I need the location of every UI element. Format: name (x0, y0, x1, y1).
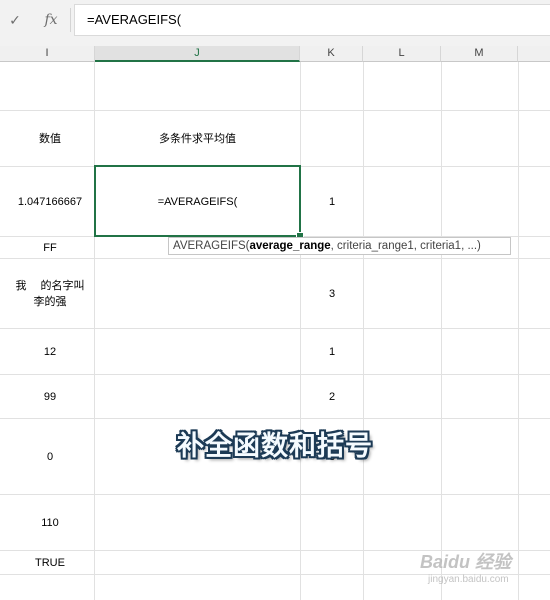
watermark: Baidu 经验 jingyan.baidu.com (420, 548, 548, 596)
cell-i-value[interactable]: 我 的名字叫 李的强 (5, 259, 95, 328)
cell-j-formula[interactable]: =AVERAGEIFS( (95, 167, 300, 236)
grid-line (441, 62, 442, 600)
function-icon[interactable]: fx (40, 10, 62, 30)
column-header-next[interactable] (518, 46, 550, 62)
tooltip-function: AVERAGEIFS( (173, 240, 250, 252)
cell-i-value[interactable]: TRUE (5, 551, 95, 574)
formula-bar-gap (0, 38, 550, 46)
formula-bar-divider (70, 8, 71, 32)
cell-i-header[interactable]: 数值 (5, 111, 95, 166)
cell-k-value[interactable]: 2 (301, 375, 363, 418)
cell-i-value[interactable]: 110 (5, 495, 95, 550)
cell-i-value[interactable]: 99 (5, 375, 95, 418)
watermark-brand: Baidu 经验 (420, 552, 512, 572)
overlay-caption: 补全函数和括号 (177, 431, 373, 462)
tooltip-active-argument[interactable]: average_range (249, 240, 330, 252)
grid-line (363, 62, 364, 600)
formula-input[interactable]: =AVERAGEIFS( (74, 4, 550, 36)
column-header-j[interactable]: J (95, 46, 300, 62)
watermark-url: jingyan.baidu.com (428, 574, 509, 585)
cell-i-value[interactable]: 12 (5, 329, 95, 374)
column-header-l[interactable]: L (363, 46, 441, 62)
formula-bar: ✓ fx =AVERAGEIFS( (0, 0, 550, 38)
tooltip-arguments: , criteria_range1, criteria1, ...) (330, 240, 481, 252)
function-tooltip: AVERAGEIFS(average_range, criteria_range… (168, 237, 511, 255)
column-header-m[interactable]: M (441, 46, 518, 62)
column-header-i[interactable]: I (0, 46, 95, 62)
cell-i-value[interactable]: FF (5, 237, 95, 258)
cell-k-value[interactable]: 1 (301, 329, 363, 374)
column-header-k[interactable]: K (300, 46, 363, 62)
grid-line (518, 62, 519, 600)
formula-text: =AVERAGEIFS( (87, 12, 182, 27)
confirm-icon[interactable]: ✓ (4, 10, 26, 30)
cell-k-value[interactable]: 1 (301, 167, 363, 236)
cell-j-header[interactable]: 多条件求平均值 (95, 111, 300, 166)
cell-k-value[interactable]: 3 (301, 259, 363, 328)
cell-i-value[interactable]: 1.047166667 (5, 167, 95, 236)
